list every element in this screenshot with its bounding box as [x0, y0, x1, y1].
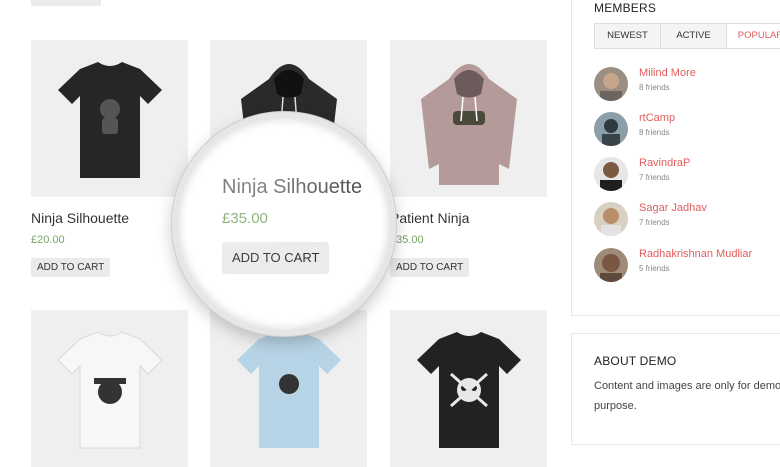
avatar[interactable] — [594, 202, 628, 236]
magnified-product-title[interactable]: Ninja Silhouette — [222, 176, 362, 199]
product-image-black-skull-tshirt[interactable] — [390, 310, 547, 467]
pink-hoodie-icon — [420, 63, 517, 185]
member-name-link[interactable]: RavindraP — [639, 157, 690, 169]
members-tabs: NEWEST ACTIVE POPULAR — [594, 23, 780, 49]
member-friends-count: 7 friends — [639, 218, 670, 227]
white-tshirt-icon — [56, 330, 163, 448]
product-title[interactable]: Ninja Silhouette — [31, 210, 129, 226]
member-name-link[interactable]: Milind More — [639, 67, 696, 79]
about-text-line: purpose. — [594, 400, 637, 412]
avatar[interactable] — [594, 248, 628, 282]
product-price: £20.00 — [31, 234, 65, 246]
tab-newest[interactable]: NEWEST — [595, 24, 661, 48]
member-name-link[interactable]: rtCamp — [639, 112, 675, 124]
member-name-link[interactable]: Sagar Jadhav — [639, 202, 707, 214]
blue-tshirt-icon — [236, 331, 341, 448]
member-friends-count: 5 friends — [639, 264, 670, 273]
magnifier-lens: Ninja Silhouette £35.00 ADD TO CART — [172, 112, 396, 336]
black-skull-tshirt-icon — [416, 331, 521, 448]
member-friends-count: 8 friends — [639, 83, 670, 92]
avatar[interactable] — [594, 157, 628, 191]
about-title: ABOUT DEMO — [594, 354, 677, 368]
add-to-cart-button[interactable]: ADD TO CART — [390, 258, 470, 277]
member-name-link[interactable]: Radhakrishnan Mudliar — [639, 248, 752, 260]
avatar[interactable] — [594, 112, 628, 146]
product-image-pink-hoodie[interactable] — [390, 40, 547, 197]
product-image-white-tshirt[interactable] — [31, 310, 188, 467]
member-friends-count: 7 friends — [639, 173, 670, 182]
tab-active[interactable]: ACTIVE — [661, 24, 727, 48]
member-friends-count: 8 friends — [639, 128, 670, 137]
tab-popular[interactable]: POPULAR — [727, 24, 780, 48]
product-image-black-tshirt[interactable] — [31, 40, 188, 197]
black-tshirt-icon — [57, 61, 162, 178]
avatar[interactable] — [594, 67, 628, 101]
magnified-product-price: £35.00 — [222, 210, 268, 227]
members-title: MEMBERS — [594, 1, 657, 15]
product-title[interactable]: Patient Ninja — [390, 210, 469, 226]
partial-button[interactable] — [31, 0, 101, 6]
about-text-line: Content and images are only for demo — [594, 380, 780, 392]
magnified-add-to-cart-button[interactable]: ADD TO CART — [222, 242, 330, 274]
add-to-cart-button[interactable]: ADD TO CART — [31, 258, 111, 277]
